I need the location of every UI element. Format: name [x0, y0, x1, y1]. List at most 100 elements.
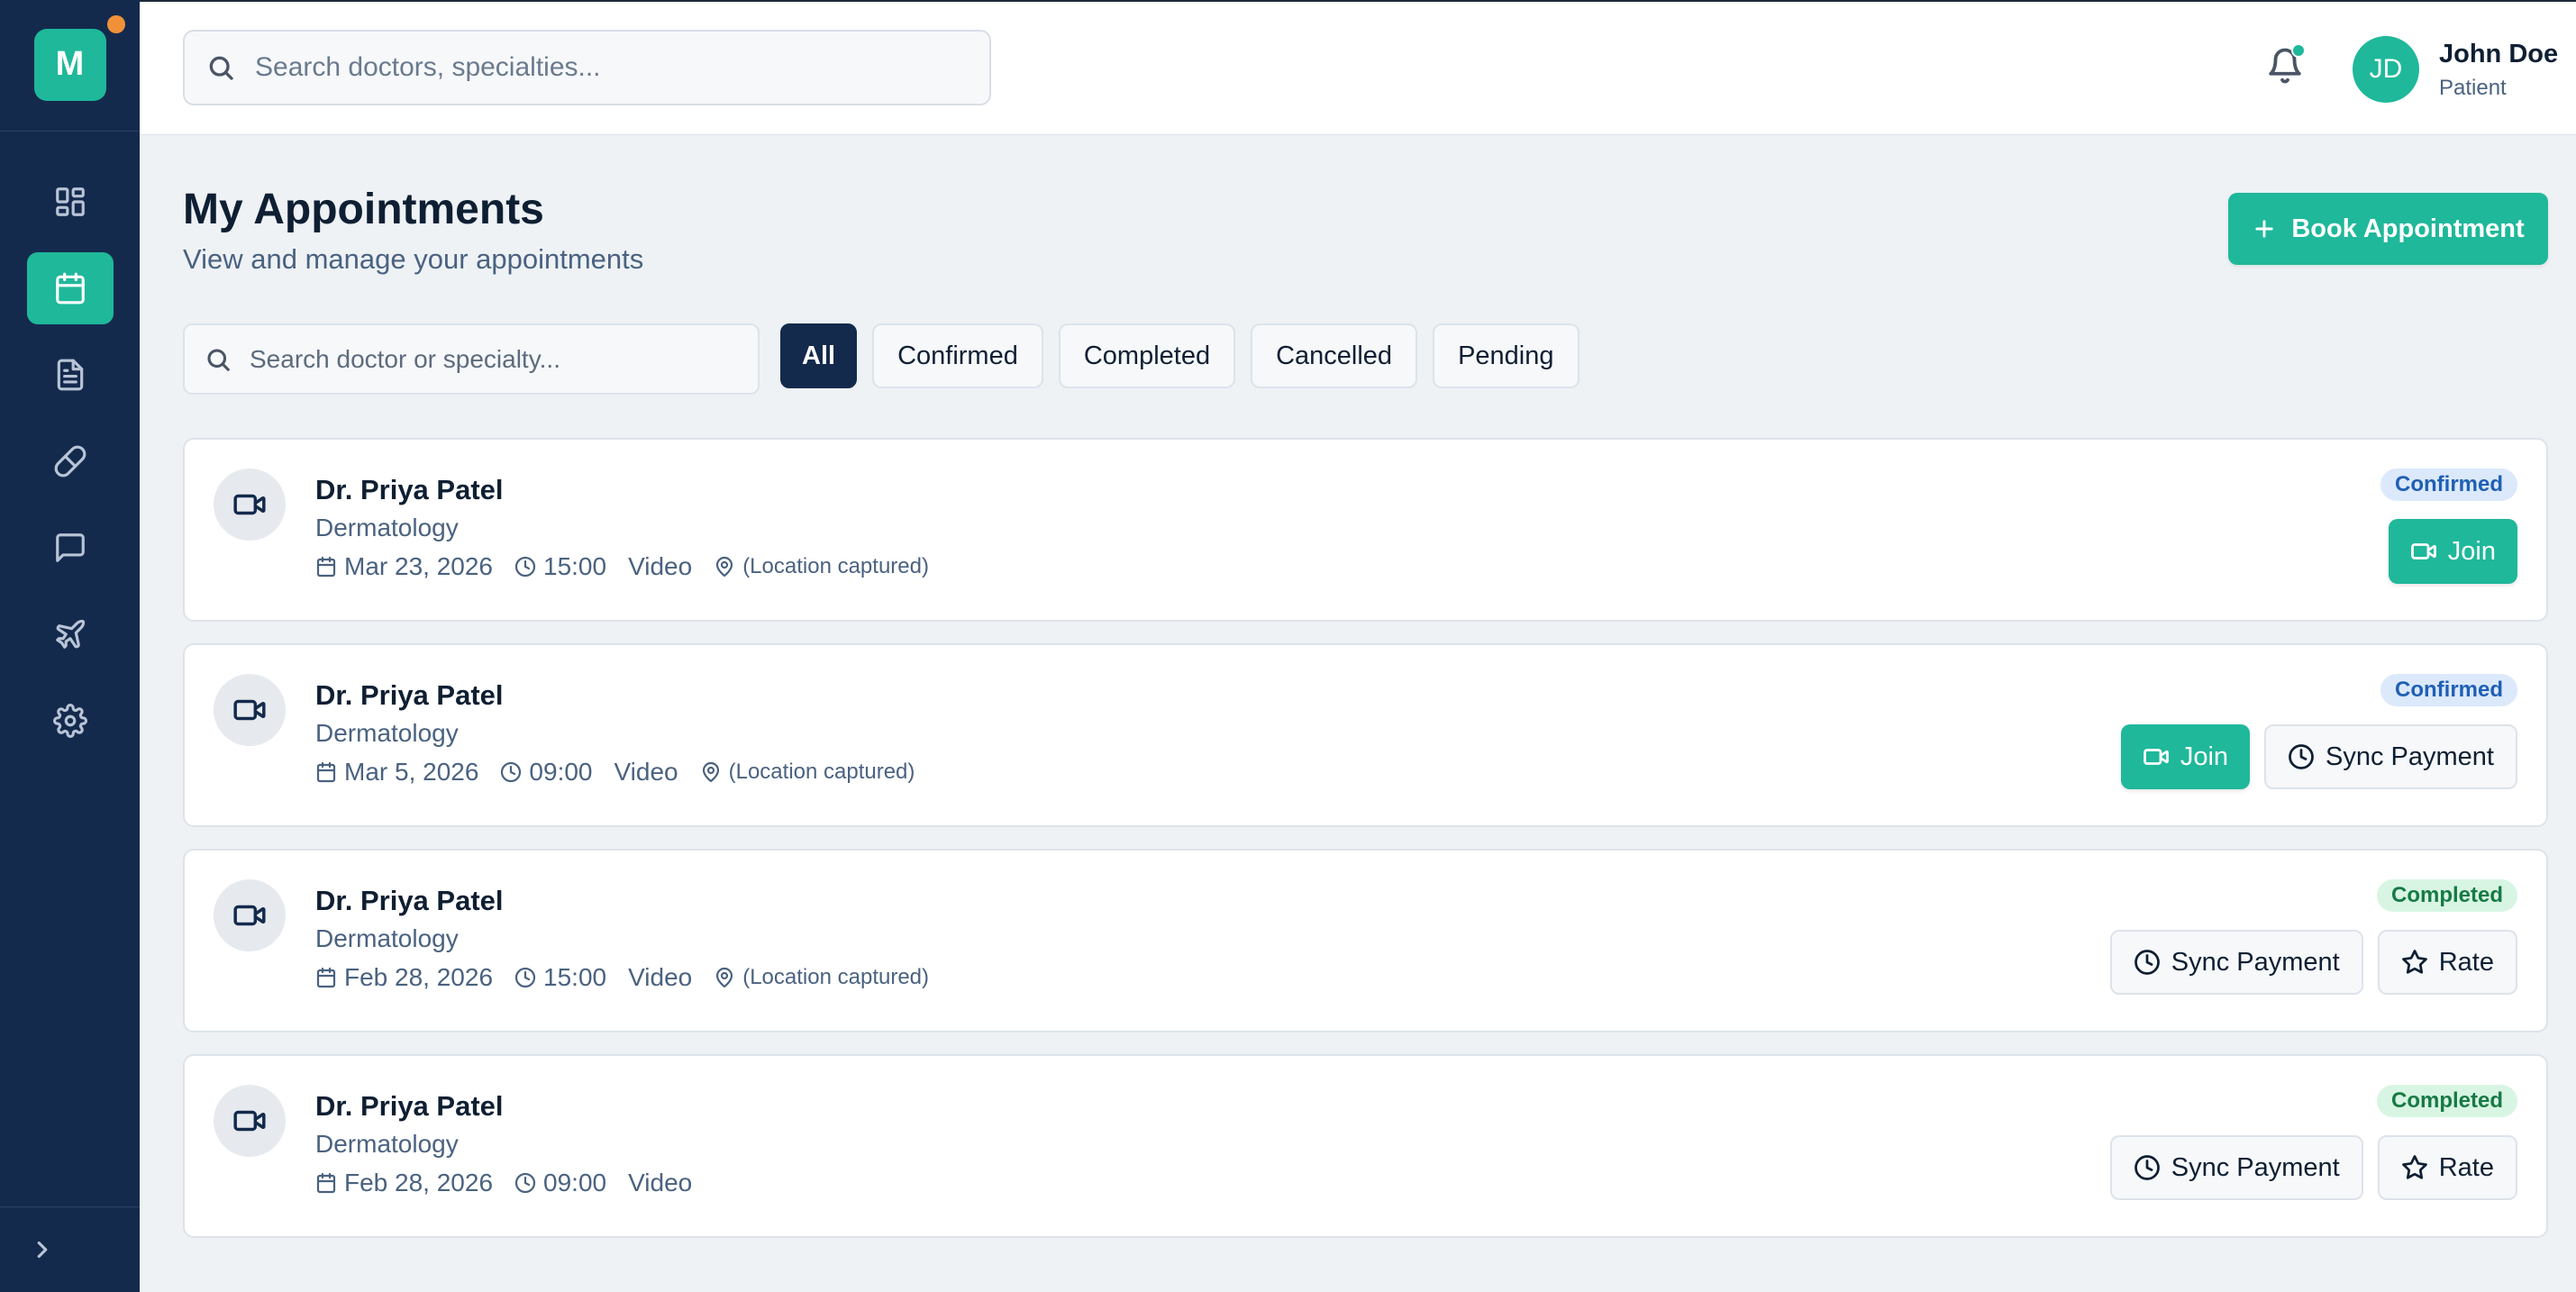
appointment-card: Dr. Priya Patel Dermatology Mar 23, 2026… — [183, 438, 2548, 622]
clock-icon — [514, 556, 536, 578]
appointment-card: Dr. Priya Patel Dermatology Feb 28, 2026… — [183, 1054, 2548, 1238]
video-icon — [214, 879, 286, 951]
card-actions: Sync Payment Rate — [2109, 1135, 2517, 1200]
appointment-date: Mar 5, 2026 — [344, 758, 479, 786]
appointment-search-input[interactable] — [250, 344, 754, 374]
doctor-name: Dr. Priya Patel — [315, 679, 504, 711]
rate-label: Rate — [2438, 1152, 2494, 1182]
appointment-meta: Mar 5, 2026 09:00 Video (Location captur… — [315, 758, 936, 787]
appointment-location: (Location captured) — [742, 965, 930, 989]
star-icon — [2401, 1155, 2427, 1179]
calendar-icon — [316, 556, 336, 578]
global-search[interactable] — [183, 30, 991, 105]
doctor-name: Dr. Priya Patel — [315, 474, 504, 505]
doctor-name: Dr. Priya Patel — [315, 1090, 504, 1122]
star-icon — [2401, 950, 2427, 974]
appointment-meta: Mar 23, 2026 15:00 Video (Location captu… — [315, 552, 951, 581]
chat-icon — [55, 533, 85, 562]
book-appointment-label: Book Appointment — [2291, 214, 2525, 243]
video-icon — [2410, 543, 2436, 560]
appointment-list: Dr. Priya Patel Dermatology Mar 23, 2026… — [183, 438, 2548, 1260]
sidebar-item-appointments[interactable] — [26, 252, 114, 324]
card-actions: Join — [2388, 519, 2517, 584]
search-icon — [209, 56, 233, 80]
avatar[interactable]: JD — [2353, 36, 2419, 103]
map-pin-icon — [702, 761, 719, 783]
appointment-card: Dr. Priya Patel Dermatology Mar 5, 2026 … — [183, 643, 2548, 827]
status-badge: Confirmed — [2380, 469, 2517, 501]
appointment-time: 09:00 — [529, 758, 593, 786]
filter-chip-all[interactable]: All — [780, 323, 858, 388]
filter-chip-cancelled[interactable]: Cancelled — [1251, 323, 1418, 388]
appointment-search[interactable] — [183, 323, 760, 395]
user-role: Patient — [2439, 76, 2507, 100]
book-appointment-button[interactable]: Book Appointment — [2228, 193, 2548, 265]
plane-icon — [55, 619, 85, 649]
appointment-type: Video — [628, 963, 693, 991]
sidebar-item-messages[interactable] — [27, 512, 114, 584]
appointment-meta: Feb 28, 2026 09:00 Video — [315, 1169, 714, 1197]
notifications-button[interactable] — [2266, 43, 2307, 88]
calendar-icon — [316, 761, 336, 783]
sidebar-item-dashboard[interactable] — [27, 166, 114, 238]
chevron-right-icon — [37, 1241, 48, 1259]
appointment-date: Feb 28, 2026 — [344, 1169, 494, 1196]
join-button[interactable]: Join — [2388, 519, 2517, 584]
logo-area: M — [0, 0, 140, 132]
filter-chip-completed[interactable]: Completed — [1058, 323, 1236, 388]
notification-dot — [107, 15, 125, 33]
clock-icon — [2134, 1155, 2160, 1180]
sidebar-item-settings[interactable] — [27, 685, 114, 757]
card-actions: Join Sync Payment — [2120, 724, 2517, 789]
app-logo[interactable]: M — [33, 28, 106, 101]
sync-payment-label: Sync Payment — [2171, 1152, 2340, 1182]
sync-payment-button[interactable]: Sync Payment — [2109, 1135, 2363, 1200]
filter-chip-pending[interactable]: Pending — [1433, 323, 1579, 388]
pill-icon — [54, 445, 86, 478]
user-name: John Doe — [2439, 40, 2559, 68]
dashboard-icon — [55, 187, 85, 216]
page-title: My Appointments — [183, 186, 544, 233]
appointment-card: Dr. Priya Patel Dermatology Feb 28, 2026… — [183, 849, 2548, 1033]
map-pin-icon — [716, 556, 733, 578]
appointment-type: Video — [614, 758, 678, 786]
status-badge: Completed — [2376, 1085, 2517, 1117]
appointment-meta: Feb 28, 2026 15:00 Video (Location captu… — [315, 963, 951, 992]
clock-icon — [514, 1172, 536, 1194]
filter-chip-confirmed[interactable]: Confirmed — [872, 323, 1043, 388]
sync-payment-button[interactable]: Sync Payment — [2264, 724, 2517, 789]
rate-button[interactable]: Rate — [2377, 1135, 2517, 1200]
video-icon — [2143, 749, 2169, 765]
rate-button[interactable]: Rate — [2377, 930, 2517, 995]
appointment-type: Video — [628, 1169, 693, 1196]
global-search-input[interactable] — [255, 52, 958, 83]
specialty: Dermatology — [315, 1130, 459, 1158]
sidebar-item-travel[interactable] — [27, 598, 114, 670]
specialty: Dermatology — [315, 719, 459, 747]
sidebar: M — [0, 0, 140, 1292]
sync-payment-label: Sync Payment — [2326, 742, 2494, 771]
sidebar-collapse-button[interactable] — [0, 1206, 140, 1292]
clock-icon — [514, 967, 536, 988]
sidebar-item-prescriptions[interactable] — [27, 425, 114, 497]
video-icon — [214, 674, 286, 746]
sidebar-item-records[interactable] — [27, 339, 114, 411]
appointment-date: Mar 23, 2026 — [344, 552, 493, 580]
card-actions: Sync Payment Rate — [2109, 930, 2517, 995]
sync-payment-label: Sync Payment — [2171, 947, 2340, 977]
join-button[interactable]: Join — [2120, 724, 2251, 789]
calendar-icon — [316, 967, 336, 988]
specialty: Dermatology — [315, 514, 459, 541]
appointment-location: (Location captured) — [728, 760, 915, 784]
appointment-type: Video — [628, 552, 693, 580]
notification-indicator — [2291, 43, 2306, 58]
map-pin-icon — [716, 967, 733, 988]
search-icon — [207, 348, 230, 371]
clock-icon — [2289, 744, 2314, 769]
sync-payment-button[interactable]: Sync Payment — [2109, 930, 2363, 995]
page-subtitle: View and manage your appointments — [183, 243, 644, 275]
sidebar-nav — [26, 166, 114, 771]
calendar-icon — [55, 272, 85, 305]
appointment-time: 09:00 — [543, 1169, 607, 1196]
top-bar: JD John Doe Patient — [140, 0, 2576, 135]
